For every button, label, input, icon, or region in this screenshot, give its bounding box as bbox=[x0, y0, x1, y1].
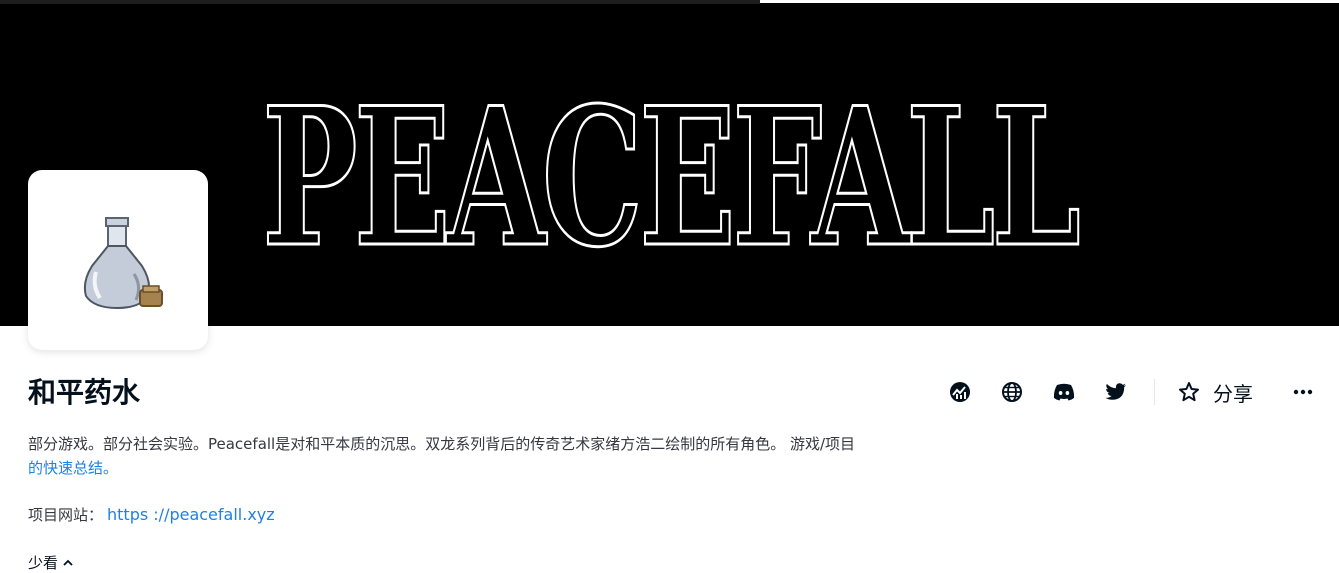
description-summary-link[interactable]: 的快速总结。 bbox=[28, 459, 118, 477]
actions-divider bbox=[1154, 379, 1155, 405]
description-text: 部分游戏。部分社会实验。Peacefall是对和平本质的沉思。双龙系列背后的传奇… bbox=[28, 435, 856, 453]
favorite-button[interactable] bbox=[1169, 372, 1209, 412]
website-link[interactable]: https ://peacefall.xyz bbox=[107, 505, 275, 524]
collection-description: 部分游戏。部分社会实验。Peacefall是对和平本质的沉思。双龙系列背后的传奇… bbox=[28, 432, 928, 480]
more-horizontal-icon bbox=[1293, 389, 1313, 395]
collection-avatar[interactable] bbox=[28, 170, 208, 350]
activity-icon bbox=[950, 382, 970, 402]
more-button[interactable] bbox=[1283, 372, 1323, 412]
collection-actions: 分享 bbox=[940, 372, 1323, 412]
share-button[interactable]: 分享 bbox=[1213, 378, 1253, 407]
banner-title: PEACEFALL bbox=[262, 94, 1079, 254]
website-button[interactable] bbox=[992, 372, 1032, 412]
potion-bottle-icon bbox=[83, 217, 163, 310]
chevron-up-icon bbox=[63, 559, 73, 566]
activity-button[interactable] bbox=[940, 372, 980, 412]
twitter-button[interactable] bbox=[1096, 372, 1136, 412]
globe-icon bbox=[1002, 382, 1022, 402]
see-less-label: 少看 bbox=[28, 554, 59, 572]
collection-name: 和平药水 bbox=[28, 376, 141, 409]
top-line bbox=[0, 0, 760, 4]
discord-icon bbox=[1053, 383, 1075, 401]
banner-logo: PEACEFALL bbox=[262, 94, 1082, 254]
discord-button[interactable] bbox=[1044, 372, 1084, 412]
twitter-icon bbox=[1105, 383, 1126, 400]
project-website: 项目网站： https ://peacefall.xyz bbox=[28, 504, 275, 526]
star-icon bbox=[1179, 382, 1199, 402]
see-less-toggle[interactable]: 少看 bbox=[28, 552, 74, 573]
website-label: 项目网站： bbox=[28, 506, 104, 524]
